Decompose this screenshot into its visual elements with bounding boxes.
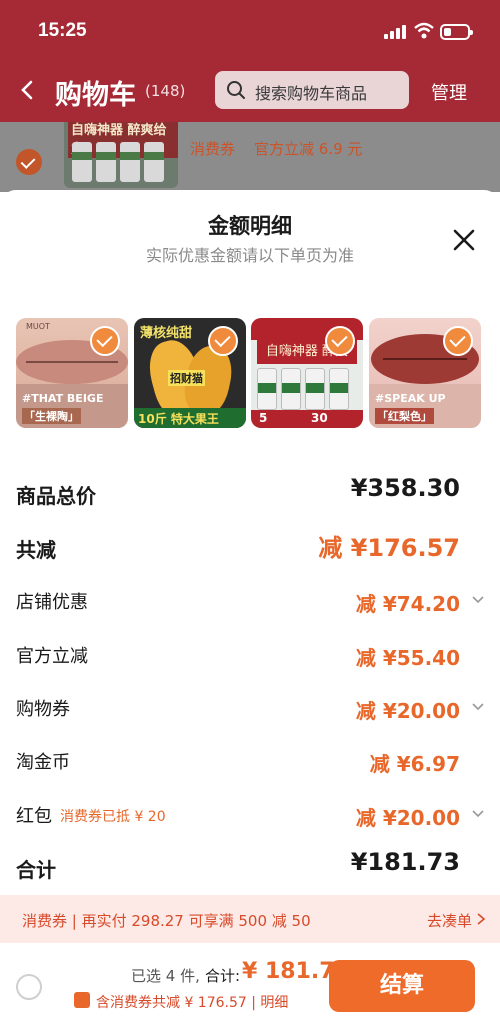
row-value: 减 ¥20.00 xyxy=(355,699,460,723)
row-label: 红包 xyxy=(16,806,52,827)
chevron-down-icon xyxy=(472,703,484,711)
check-icon xyxy=(90,326,120,356)
row-value: ¥358.30 xyxy=(350,474,460,502)
row-label: 店铺优惠 xyxy=(16,592,88,613)
row-value: 减 ¥6.97 xyxy=(369,752,460,776)
product-text: 30 xyxy=(311,411,328,425)
checkout-button[interactable]: 结算 xyxy=(329,960,475,1012)
row-shop-discount[interactable]: 店铺优惠 减 ¥74.20 xyxy=(0,580,500,620)
back-arrow-icon[interactable] xyxy=(14,74,40,106)
row-total-discount: 共减 减 ¥176.57 xyxy=(0,526,500,566)
chevron-down-icon xyxy=(472,596,484,604)
battery-icon xyxy=(440,24,473,40)
product-text: 10斤 特大果王 xyxy=(138,412,219,426)
row-value: 减 ¥20.00 xyxy=(355,806,460,830)
total-label: 合计: xyxy=(205,967,241,985)
item-checkbox xyxy=(16,149,42,175)
check-icon xyxy=(208,326,238,356)
signal-icon xyxy=(384,25,408,39)
status-time: 15:25 xyxy=(38,20,87,41)
nav-bar: 购物车 (148) 搜索购物车商品 管理 xyxy=(0,64,500,116)
status-bar: 15:25 xyxy=(0,0,500,56)
wifi-icon xyxy=(414,22,434,39)
search-icon xyxy=(227,81,245,99)
search-placeholder: 搜索购物车商品 xyxy=(255,84,368,103)
manage-button[interactable]: 管理 xyxy=(431,79,467,105)
row-value: 减 ¥74.20 xyxy=(355,592,460,616)
sheet-title: 金额明细 xyxy=(208,214,292,238)
sheet-subtitle: 实际优惠金额请以下单页为准 xyxy=(145,246,354,265)
close-icon[interactable] xyxy=(451,227,477,253)
page-title: 购物车 xyxy=(55,80,136,111)
product-thumbnail[interactable]: #SPEAK UP 「红梨色」 xyxy=(369,318,481,428)
row-value: 减 ¥176.57 xyxy=(318,534,460,562)
product-text: 薄核纯甜 xyxy=(140,326,193,341)
row-value: 减 ¥55.40 xyxy=(355,646,460,670)
selected-count: 已选 4 件, xyxy=(131,967,200,985)
coupon-tag: 消费券 xyxy=(190,140,236,158)
promo-text: 官方立减 6.9 元 xyxy=(254,140,363,158)
coupon-promo-bar[interactable]: 消费券 | 再实付 298.27 可享满 500 减 50 去凑单 xyxy=(0,895,500,943)
select-all-radio[interactable] xyxy=(16,974,42,1000)
product-thumbnail[interactable]: 自嗨神器 醉爽 5 30 xyxy=(251,318,363,428)
chevron-down-icon xyxy=(472,810,484,818)
row-label: 购物券 xyxy=(16,699,70,720)
product-text: 5 xyxy=(259,411,268,425)
item-thumbnail: 自嗨神器 醉爽给力 xyxy=(64,122,178,188)
coupon-icon xyxy=(74,992,90,1008)
row-goods-total: 商品总价 ¥358.30 xyxy=(0,472,500,512)
cart-count: (148) xyxy=(145,82,186,100)
chevron-right-icon xyxy=(477,913,486,925)
row-label: 合计 xyxy=(16,858,56,882)
row-official-discount: 官方立减 减 ¥55.40 xyxy=(0,634,500,674)
row-red-packet[interactable]: 红包 消费券已抵 ¥ 20 减 ¥20.00 xyxy=(0,794,500,834)
product-text: 「生裸陶」 xyxy=(22,408,81,424)
product-text: 「红梨色」 xyxy=(375,408,434,424)
row-value: ¥181.73 xyxy=(350,848,460,876)
check-icon xyxy=(325,326,355,356)
brand-mark: MUOT xyxy=(26,322,50,331)
search-input[interactable]: 搜索购物车商品 xyxy=(215,71,409,109)
promo-bar-text: 消费券 | 再实付 298.27 可享满 500 减 50 xyxy=(22,912,311,930)
row-label: 官方立减 xyxy=(16,646,88,667)
discount-detail-link[interactable]: 含消费券共减 ¥ 176.57 | 明细 xyxy=(96,992,288,1012)
product-text: 招财猫 xyxy=(168,370,205,386)
row-shopping-coupon[interactable]: 购物券 减 ¥20.00 xyxy=(0,687,500,727)
row-sum: 合计 ¥181.73 xyxy=(0,846,500,886)
row-label: 商品总价 xyxy=(16,484,96,508)
row-label: 淘金币 xyxy=(16,752,70,773)
row-taojinbi: 淘金币 减 ¥6.97 xyxy=(0,740,500,780)
check-icon xyxy=(443,326,473,356)
background-cart-item: 自嗨神器 醉爽给力 消费券 官方立减 6.9 元 xyxy=(0,122,500,192)
product-thumbnail[interactable]: 薄核纯甜 招财猫 10斤 特大果王 xyxy=(134,318,246,428)
add-items-link[interactable]: 去凑单 xyxy=(427,910,472,931)
row-label: 共减 xyxy=(16,538,56,562)
checkout-bar: 已选 4 件, 合计: ¥ 181.73 含消费券共减 ¥ 176.57 | 明… xyxy=(0,945,500,1020)
product-text: #THAT BEIGE xyxy=(22,392,104,405)
row-note: 消费券已抵 ¥ 20 xyxy=(60,809,166,825)
product-text: #SPEAK UP xyxy=(375,392,446,405)
product-thumbnail[interactable]: MUOT #THAT BEIGE 「生裸陶」 xyxy=(16,318,128,428)
